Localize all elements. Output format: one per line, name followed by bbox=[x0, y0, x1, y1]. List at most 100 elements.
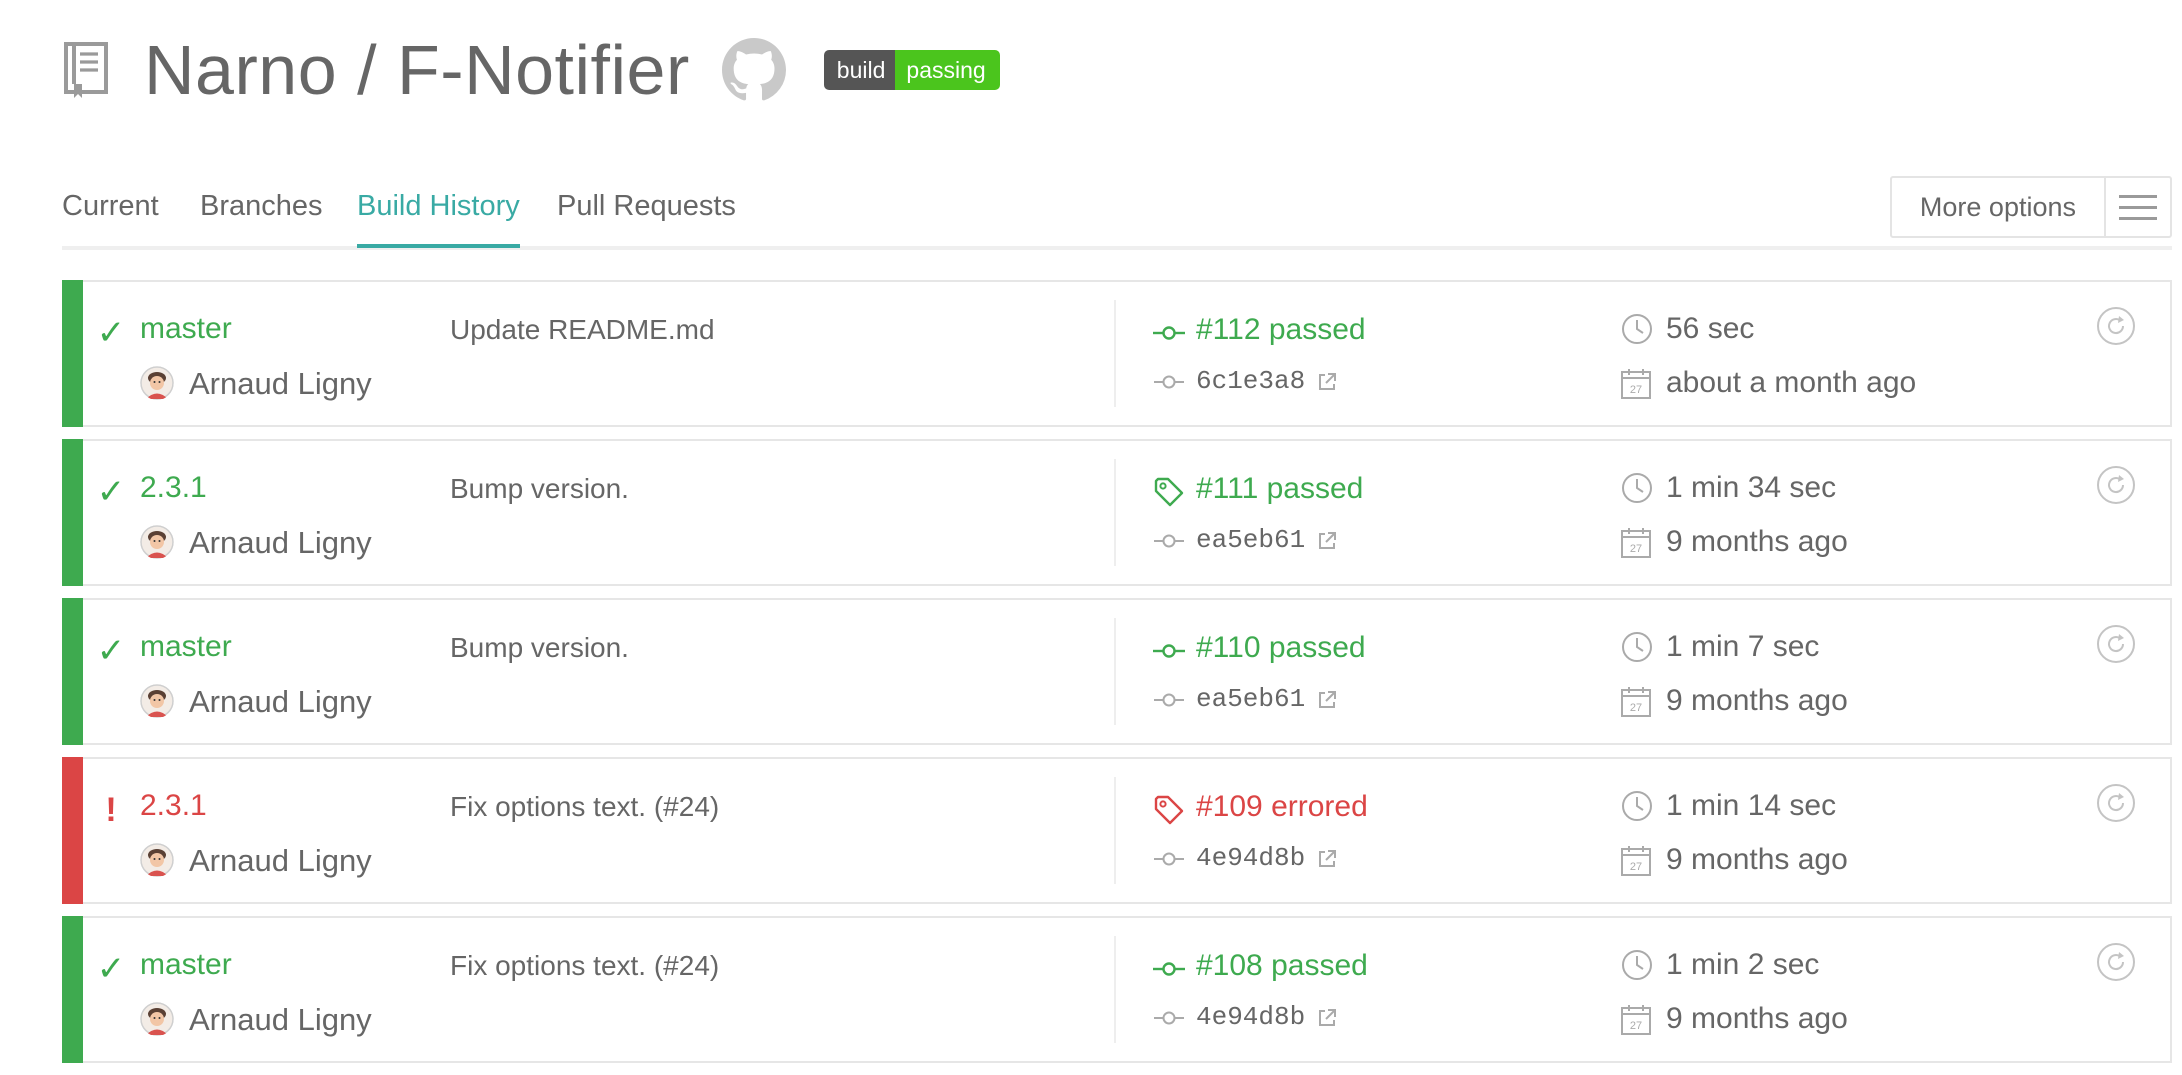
build-number[interactable]: #110 passed bbox=[1196, 631, 1366, 665]
more-options-button[interactable]: More options bbox=[1889, 176, 2172, 238]
branch-name[interactable]: master bbox=[140, 312, 232, 346]
push-commit-icon bbox=[1153, 326, 1185, 340]
commit-message[interactable]: Fix options text. (#24) bbox=[450, 950, 719, 982]
status-bar bbox=[62, 757, 83, 904]
finished-at: 9 months ago bbox=[1666, 525, 1848, 558]
author-name: Arnaud Ligny bbox=[189, 366, 372, 401]
repo-book-icon bbox=[64, 42, 108, 98]
branch-name[interactable]: master bbox=[140, 630, 232, 664]
tab-pull-requests[interactable]: Pull Requests bbox=[557, 186, 736, 244]
push-commit-icon bbox=[1153, 962, 1185, 976]
repo-header: Narno / F-Notifier build passing bbox=[62, 28, 1000, 112]
tab-build-history[interactable]: Build History bbox=[357, 186, 520, 248]
status-bar bbox=[62, 598, 83, 745]
author-name: Arnaud Ligny bbox=[189, 1002, 372, 1037]
build-row[interactable]: ! 2.3.1 Arnaud Ligny Fix options text. (… bbox=[62, 757, 2172, 904]
row-divider bbox=[1114, 300, 1116, 407]
build-number[interactable]: #108 passed bbox=[1196, 949, 1368, 983]
branch-name[interactable]: master bbox=[140, 948, 232, 982]
repo-title[interactable]: Narno / F-Notifier bbox=[144, 28, 690, 112]
clock-icon bbox=[1622, 632, 1652, 662]
row-divider bbox=[1114, 618, 1116, 725]
commit-message[interactable]: Bump version. bbox=[450, 473, 629, 505]
clock-icon bbox=[1622, 473, 1652, 503]
calendar-icon: 27 bbox=[1621, 1005, 1651, 1035]
build-row[interactable]: ✓ 2.3.1 Arnaud Ligny Bump version. #111 … bbox=[62, 439, 2172, 586]
tab-branches[interactable]: Branches bbox=[200, 186, 323, 244]
restart-build-icon[interactable] bbox=[2096, 306, 2136, 346]
restart-build-icon[interactable] bbox=[2096, 942, 2136, 982]
calendar-icon: 27 bbox=[1621, 846, 1651, 876]
build-number[interactable]: #111 passed bbox=[1196, 472, 1363, 506]
github-icon[interactable] bbox=[721, 38, 786, 102]
hamburger-menu-icon[interactable] bbox=[2106, 178, 2170, 236]
commit-sha[interactable]: 4e94d8b bbox=[1196, 843, 1305, 873]
commit-icon bbox=[1154, 534, 1184, 548]
finished-at: 9 months ago bbox=[1666, 843, 1848, 876]
push-commit-icon bbox=[1153, 644, 1185, 658]
commit-icon bbox=[1154, 375, 1184, 389]
build-row[interactable]: ✓ master Arnaud Ligny Update README.md #… bbox=[62, 280, 2172, 427]
more-options-label: More options bbox=[1892, 178, 2106, 236]
svg-text:27: 27 bbox=[1630, 861, 1642, 873]
build-number[interactable]: #109 errored bbox=[1196, 790, 1368, 824]
clock-icon bbox=[1622, 791, 1652, 821]
external-link-icon[interactable] bbox=[1315, 847, 1339, 871]
svg-text:27: 27 bbox=[1630, 702, 1642, 714]
check-icon: ✓ bbox=[96, 632, 126, 670]
repo-tabs: Current Branches Build History Pull Requ… bbox=[62, 176, 2172, 250]
finished-at: 9 months ago bbox=[1666, 684, 1848, 717]
clock-icon bbox=[1622, 950, 1652, 980]
author-name: Arnaud Ligny bbox=[189, 684, 372, 719]
external-link-icon[interactable] bbox=[1315, 529, 1339, 553]
author-avatar bbox=[140, 843, 174, 877]
build-duration: 56 sec bbox=[1666, 312, 1755, 345]
error-icon: ! bbox=[105, 791, 117, 829]
page: Narno / F-Notifier build passing Current… bbox=[0, 0, 2182, 1066]
commit-sha[interactable]: 6c1e3a8 bbox=[1196, 366, 1305, 396]
build-duration: 1 min 14 sec bbox=[1666, 789, 1837, 822]
row-divider bbox=[1114, 459, 1116, 566]
commit-sha[interactable]: ea5eb61 bbox=[1196, 684, 1305, 714]
commit-message[interactable]: Bump version. bbox=[450, 632, 629, 664]
author-avatar bbox=[140, 525, 174, 559]
calendar-icon: 27 bbox=[1621, 528, 1651, 558]
restart-build-icon[interactable] bbox=[2096, 624, 2136, 664]
check-icon: ✓ bbox=[96, 950, 126, 988]
commit-sha[interactable]: ea5eb61 bbox=[1196, 525, 1305, 555]
author-avatar bbox=[140, 366, 174, 400]
commit-message[interactable]: Update README.md bbox=[450, 314, 715, 346]
author-name: Arnaud Ligny bbox=[189, 843, 372, 878]
build-duration: 1 min 34 sec bbox=[1666, 471, 1837, 504]
branch-name[interactable]: 2.3.1 bbox=[140, 789, 207, 823]
check-icon: ✓ bbox=[96, 473, 126, 511]
svg-text:27: 27 bbox=[1630, 543, 1642, 555]
external-link-icon[interactable] bbox=[1315, 688, 1339, 712]
external-link-icon[interactable] bbox=[1315, 370, 1339, 394]
build-row[interactable]: ✓ master Arnaud Ligny Bump version. #110… bbox=[62, 598, 2172, 745]
build-status-badge[interactable]: build passing bbox=[823, 50, 1000, 90]
status-bar bbox=[62, 439, 83, 586]
status-bar bbox=[62, 916, 83, 1063]
tab-current[interactable]: Current bbox=[62, 186, 159, 244]
build-row[interactable]: ✓ master Arnaud Ligny Fix options text. … bbox=[62, 916, 2172, 1063]
restart-build-icon[interactable] bbox=[2096, 465, 2136, 505]
commit-icon bbox=[1154, 693, 1184, 707]
tag-icon bbox=[1154, 477, 1184, 507]
author-name: Arnaud Ligny bbox=[189, 525, 372, 560]
finished-at: 9 months ago bbox=[1666, 1002, 1848, 1035]
branch-name[interactable]: 2.3.1 bbox=[140, 471, 207, 505]
author-avatar bbox=[140, 684, 174, 718]
row-divider bbox=[1114, 936, 1116, 1043]
build-history-list: ✓ master Arnaud Ligny Update README.md #… bbox=[62, 280, 2172, 1075]
check-icon: ✓ bbox=[96, 314, 126, 352]
build-number[interactable]: #112 passed bbox=[1196, 313, 1366, 347]
external-link-icon[interactable] bbox=[1315, 1006, 1339, 1030]
commit-sha[interactable]: 4e94d8b bbox=[1196, 1002, 1305, 1032]
commit-icon bbox=[1154, 1011, 1184, 1025]
commit-message[interactable]: Fix options text. (#24) bbox=[450, 791, 719, 823]
badge-status: passing bbox=[895, 50, 1000, 90]
clock-icon bbox=[1622, 314, 1652, 344]
build-duration: 1 min 7 sec bbox=[1666, 630, 1820, 663]
restart-build-icon[interactable] bbox=[2096, 783, 2136, 823]
